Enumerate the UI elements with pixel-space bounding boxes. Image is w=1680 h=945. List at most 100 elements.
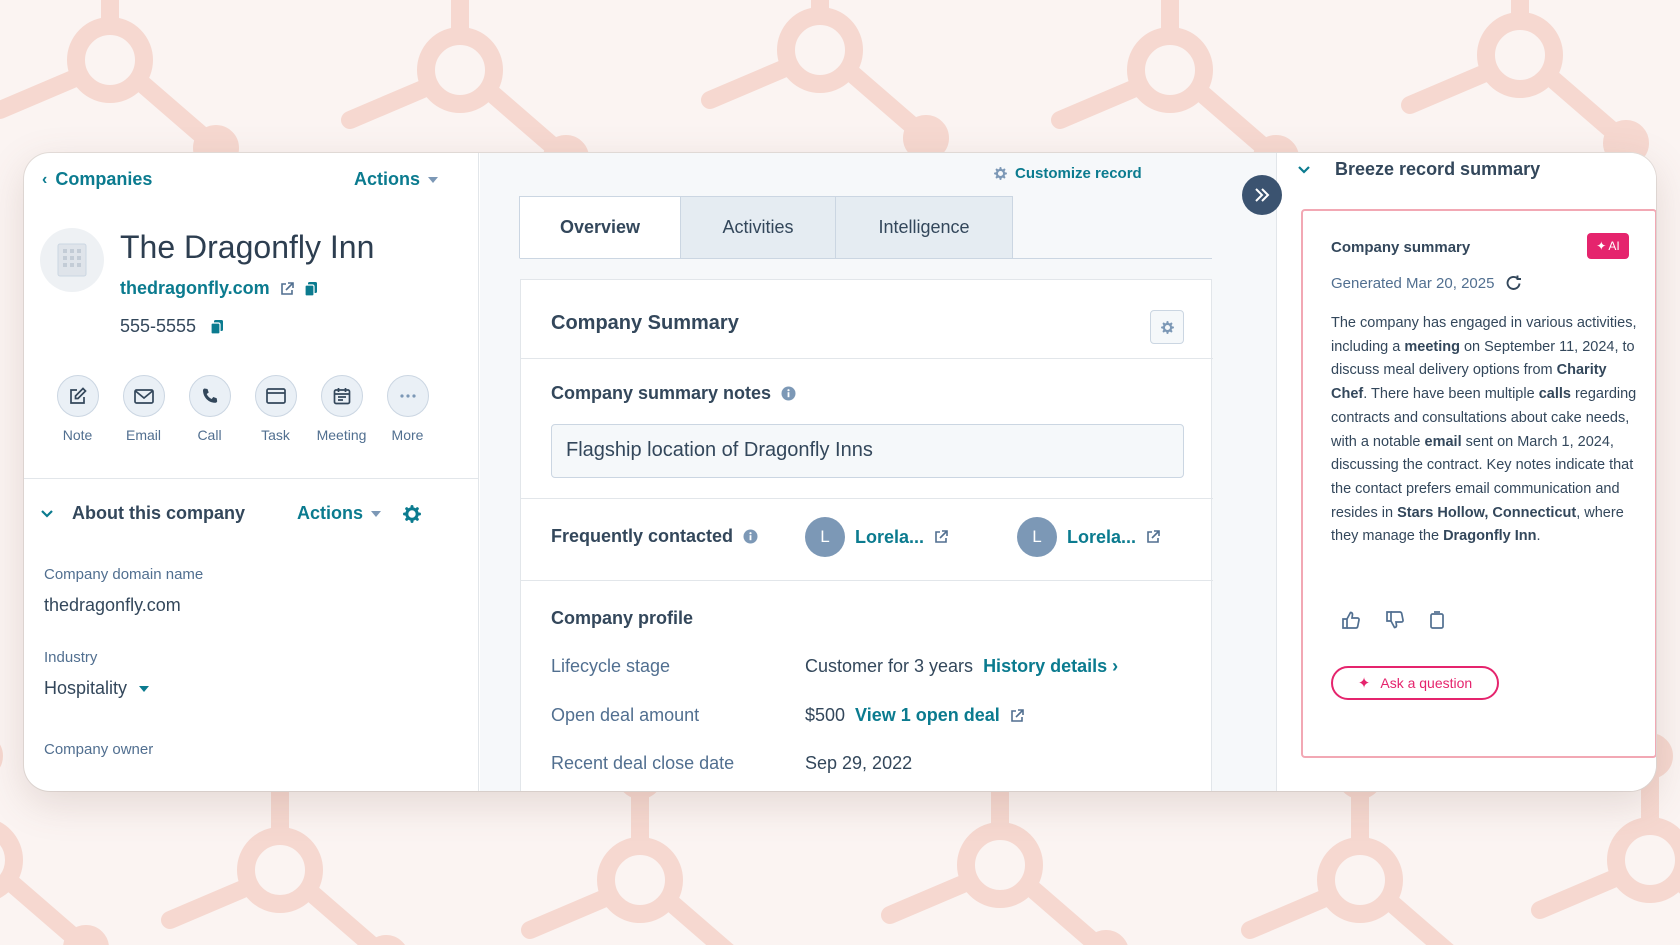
expand-sidebar-button[interactable] xyxy=(1242,175,1282,215)
divider xyxy=(521,498,1213,499)
view-open-deal-link[interactable]: View 1 open deal xyxy=(855,705,1000,726)
info-icon[interactable] xyxy=(781,386,796,401)
ask-question-button[interactable]: ✦ Ask a question xyxy=(1331,666,1499,700)
tab-underline xyxy=(520,258,1212,259)
sparkle-icon: ✦ xyxy=(1357,675,1371,692)
meeting-button[interactable] xyxy=(320,375,363,417)
quick-action-task[interactable]: Task xyxy=(252,375,299,443)
profile-row-label: Recent deal close date xyxy=(551,753,735,773)
feedback-actions xyxy=(1341,611,1445,629)
about-section-title: About this company xyxy=(72,503,246,523)
company-avatar xyxy=(40,228,104,292)
card-settings-button[interactable] xyxy=(1150,310,1184,344)
customize-record-link[interactable]: Customize record xyxy=(994,165,1142,182)
chevron-left-icon: ‹ xyxy=(42,170,48,188)
contact-chip[interactable]: L Lorela... xyxy=(1017,517,1160,557)
back-to-companies-link[interactable]: ‹ Companies xyxy=(42,169,152,190)
avatar: L xyxy=(805,517,845,557)
email-button[interactable] xyxy=(122,375,165,417)
caret-down-icon xyxy=(139,685,150,692)
property-label: Industry xyxy=(44,649,98,666)
summary-highlight: Dragonfly Inn xyxy=(1443,528,1537,545)
summary-highlight: calls xyxy=(1538,386,1571,403)
main-content: Customize record Overview Activities Int… xyxy=(480,153,1276,791)
lifecycle-stage-value: Customer for 3 years History details › xyxy=(805,656,1119,677)
quick-action-more[interactable]: More xyxy=(384,375,431,443)
company-summary-title: Company Summary xyxy=(551,312,739,334)
summary-highlight: Stars Hollow, Connecticut xyxy=(1397,504,1577,521)
industry-select[interactable]: Hospitality xyxy=(44,678,150,699)
company-domain-link[interactable]: thedragonfly.com xyxy=(120,278,270,299)
regenerate-icon[interactable] xyxy=(1504,273,1524,293)
history-details-link[interactable]: History details › xyxy=(983,656,1118,677)
property-label: Company owner xyxy=(44,741,154,758)
card-title: Company summary xyxy=(1331,239,1471,256)
company-summary-card: Company Summary Company summary notes Fl… xyxy=(520,279,1213,791)
gear-icon[interactable] xyxy=(403,504,422,523)
summary-highlight: email xyxy=(1424,433,1462,450)
external-link-icon[interactable] xyxy=(1010,708,1024,723)
profile-row-label: Open deal amount xyxy=(551,705,700,725)
summary-fragment: . There have been multiple xyxy=(1363,386,1539,403)
tab-activities[interactable]: Activities xyxy=(680,196,836,259)
caret-down-icon xyxy=(371,510,382,517)
tab-overview[interactable]: Overview xyxy=(519,196,681,259)
gear-icon xyxy=(994,167,1007,180)
open-deal-amount-value: $500 View 1 open deal xyxy=(805,705,1024,726)
property-value-domain[interactable]: thedragonfly.com xyxy=(44,595,181,616)
quick-action-call[interactable]: Call xyxy=(186,375,233,443)
caret-down-icon xyxy=(428,176,439,183)
ai-summary-card: Company summary ✦ AI Generated Mar 20, 2… xyxy=(1301,209,1656,758)
quick-action-email[interactable]: Email xyxy=(120,375,167,443)
quick-action-meeting[interactable]: Meeting xyxy=(317,375,366,443)
quick-action-note[interactable]: Note xyxy=(54,375,101,443)
sparkle-icon: ✦ xyxy=(1596,239,1607,253)
summary-notes-input[interactable]: Flagship location of Dragonfly Inns xyxy=(551,424,1184,478)
contact-chip[interactable]: L Lorela... xyxy=(805,517,948,557)
frequently-contacted-label: Frequently contacted xyxy=(551,526,758,547)
divider xyxy=(521,358,1213,359)
thumbs-up-icon[interactable] xyxy=(1341,611,1361,629)
chevron-down-icon[interactable] xyxy=(40,509,54,519)
info-icon[interactable] xyxy=(743,529,758,544)
thumbs-down-icon[interactable] xyxy=(1385,611,1405,629)
tab-intelligence[interactable]: Intelligence xyxy=(835,196,1013,259)
ai-summary-text: The company has engaged in various activ… xyxy=(1331,312,1637,549)
breeze-section-header[interactable]: Breeze record summary xyxy=(1297,159,1540,180)
about-actions-dropdown[interactable]: Actions xyxy=(297,503,382,524)
property-label: Company domain name xyxy=(44,566,204,583)
building-icon xyxy=(57,243,87,277)
external-link-icon[interactable] xyxy=(280,281,294,296)
external-link-icon[interactable] xyxy=(934,530,948,544)
task-button[interactable] xyxy=(254,375,297,417)
quick-actions: Note Email Call Task Meeting More xyxy=(54,375,431,443)
copy-icon[interactable] xyxy=(210,319,224,335)
copy-icon[interactable] xyxy=(1429,611,1445,629)
left-sidebar: ‹ Companies Actions The Dragonfly Inn th… xyxy=(24,153,479,791)
summary-notes-label: Company summary notes xyxy=(551,383,796,404)
record-actions-dropdown[interactable]: Actions xyxy=(354,169,439,190)
record-tabs: Overview Activities Intelligence xyxy=(519,196,1013,259)
ai-badge: ✦ AI xyxy=(1587,233,1629,259)
chevron-down-icon[interactable] xyxy=(1297,165,1311,175)
record-window: ‹ Companies Actions The Dragonfly Inn th… xyxy=(24,153,1656,791)
external-link-icon[interactable] xyxy=(1146,530,1160,544)
section-divider xyxy=(24,478,479,479)
company-name: The Dragonfly Inn xyxy=(120,229,375,265)
meeting-icon xyxy=(333,388,350,405)
double-chevron-right-icon xyxy=(1255,188,1270,202)
call-icon xyxy=(202,388,217,403)
company-profile-title: Company profile xyxy=(551,608,694,628)
note-icon xyxy=(69,387,87,404)
task-icon xyxy=(265,388,286,404)
call-button[interactable] xyxy=(188,375,231,417)
company-domain: thedragonfly.com xyxy=(120,278,318,299)
note-button[interactable] xyxy=(56,375,99,417)
copy-icon[interactable] xyxy=(304,281,318,297)
gear-icon xyxy=(1160,320,1174,334)
avatar: L xyxy=(1017,517,1057,557)
more-button[interactable] xyxy=(386,375,429,417)
about-section-header: About this company Actions xyxy=(40,503,460,524)
divider xyxy=(521,580,1213,581)
recent-deal-close-date-value: Sep 29, 2022 xyxy=(805,753,913,773)
